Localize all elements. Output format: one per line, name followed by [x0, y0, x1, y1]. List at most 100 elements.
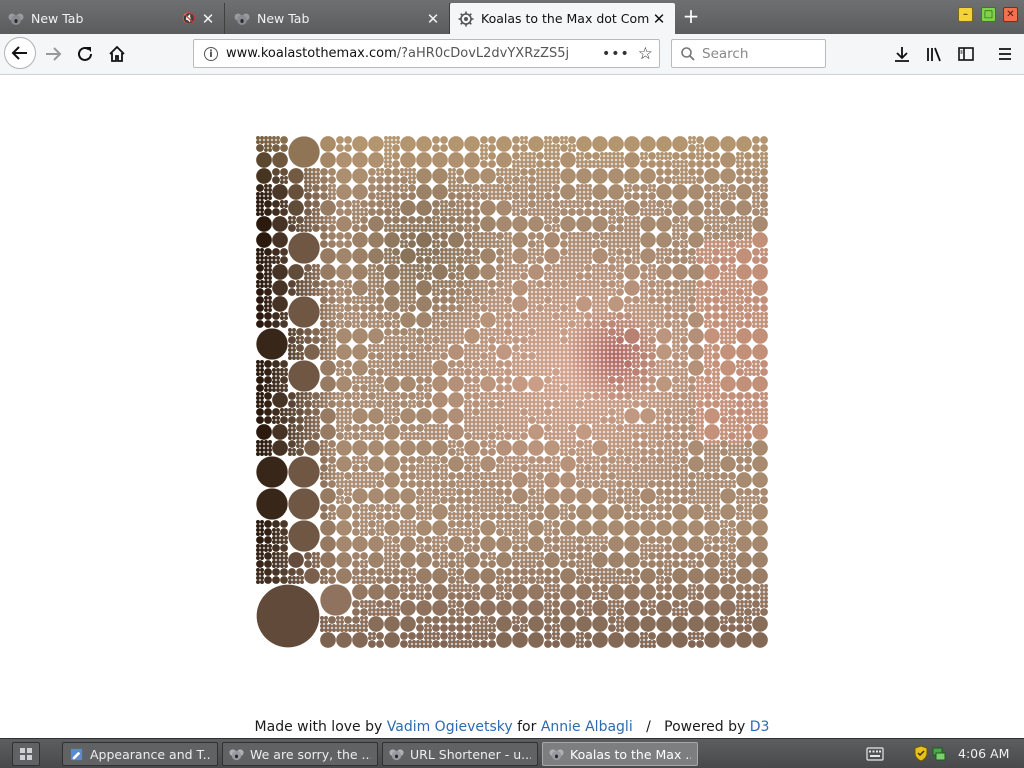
mosaic-dot[interactable]: [496, 472, 500, 476]
mosaic-dot[interactable]: [288, 428, 292, 432]
mosaic-dot[interactable]: [508, 404, 512, 408]
mosaic-dot[interactable]: [400, 400, 408, 408]
mosaic-dot[interactable]: [272, 248, 280, 256]
mosaic-dot[interactable]: [684, 296, 688, 300]
mosaic-dot[interactable]: [408, 644, 412, 648]
mosaic-dot[interactable]: [432, 284, 436, 288]
mosaic-dot[interactable]: [328, 400, 336, 408]
mosaic-dot[interactable]: [376, 368, 384, 376]
mosaic-dot[interactable]: [608, 224, 616, 232]
mosaic-dot[interactable]: [640, 324, 644, 328]
mosaic-dot[interactable]: [336, 420, 340, 424]
mosaic-dot[interactable]: [432, 288, 436, 292]
mosaic-dot[interactable]: [444, 468, 448, 472]
mosaic-dot[interactable]: [600, 372, 604, 376]
mosaic-dot[interactable]: [376, 472, 380, 476]
mosaic-dot[interactable]: [576, 292, 580, 296]
mosaic-dot[interactable]: [576, 192, 580, 196]
mosaic-dot[interactable]: [552, 320, 556, 324]
mosaic-dot[interactable]: [516, 392, 520, 396]
mosaic-dot[interactable]: [664, 208, 672, 216]
mosaic-dot[interactable]: [368, 552, 384, 568]
mosaic-dot[interactable]: [332, 316, 336, 320]
mosaic-dot[interactable]: [456, 600, 464, 608]
mosaic-dot[interactable]: [476, 484, 480, 488]
mosaic-dot[interactable]: [372, 480, 376, 484]
mosaic-dot[interactable]: [488, 472, 492, 476]
mosaic-dot[interactable]: [352, 212, 356, 216]
mosaic-dot[interactable]: [548, 344, 552, 348]
mosaic-dot[interactable]: [548, 172, 552, 176]
mosaic-dot[interactable]: [436, 460, 440, 464]
mosaic-dot[interactable]: [540, 352, 544, 356]
mosaic-dot[interactable]: [476, 500, 480, 504]
mosaic-dot[interactable]: [420, 252, 424, 256]
mosaic-dot[interactable]: [448, 288, 456, 296]
mosaic-dot[interactable]: [432, 136, 440, 144]
mosaic-dot[interactable]: [436, 540, 440, 544]
mosaic-dot[interactable]: [492, 476, 496, 480]
mosaic-dot[interactable]: [308, 168, 312, 172]
mosaic-dot[interactable]: [424, 508, 428, 512]
mosaic-dot[interactable]: [484, 288, 488, 292]
mosaic-dot[interactable]: [732, 328, 736, 332]
mosaic-dot[interactable]: [464, 256, 468, 260]
mosaic-dot[interactable]: [644, 288, 648, 292]
mosaic-dot[interactable]: [640, 320, 644, 324]
mosaic-dot[interactable]: [424, 644, 428, 648]
mosaic-dot[interactable]: [488, 360, 492, 364]
mosaic-dot[interactable]: [620, 360, 624, 364]
mosaic-dot[interactable]: [256, 396, 260, 400]
mosaic-dot[interactable]: [464, 348, 468, 352]
mosaic-dot[interactable]: [540, 196, 544, 200]
mosaic-dot[interactable]: [544, 264, 552, 272]
mosaic-dot[interactable]: [636, 356, 640, 360]
mosaic-dot[interactable]: [448, 496, 456, 504]
mosaic-dot[interactable]: [368, 608, 372, 612]
mosaic-dot[interactable]: [496, 248, 504, 256]
mosaic-dot[interactable]: [440, 624, 448, 632]
mosaic-dot[interactable]: [520, 312, 528, 320]
mosaic-dot[interactable]: [488, 492, 492, 496]
mosaic-dot[interactable]: [488, 424, 492, 428]
tab-3-active[interactable]: Koalas to the Max dot Com ✕: [450, 3, 675, 34]
mosaic-dot[interactable]: [556, 320, 560, 324]
mosaic-dot[interactable]: [336, 628, 340, 632]
mosaic-dot[interactable]: [608, 312, 612, 316]
mosaic-dot[interactable]: [528, 164, 532, 168]
mosaic-dot[interactable]: [408, 276, 412, 280]
mosaic-dot[interactable]: [708, 232, 712, 236]
mosaic-dot[interactable]: [308, 276, 312, 280]
mosaic-dot[interactable]: [520, 164, 524, 168]
mosaic-dot[interactable]: [508, 504, 512, 508]
mosaic-dot[interactable]: [508, 264, 512, 268]
mosaic-dot[interactable]: [728, 272, 732, 276]
mosaic-dot[interactable]: [548, 352, 552, 356]
mosaic-dot[interactable]: [616, 164, 620, 168]
forward-button[interactable]: [39, 40, 67, 68]
mosaic-dot[interactable]: [576, 296, 592, 312]
mosaic-dot[interactable]: [728, 268, 732, 272]
mosaic-dot[interactable]: [600, 280, 608, 288]
mosaic-dot[interactable]: [540, 240, 544, 244]
mosaic-dot[interactable]: [480, 364, 484, 368]
mosaic-dot[interactable]: [360, 504, 364, 508]
mosaic-dot[interactable]: [556, 360, 560, 364]
mosaic-dot[interactable]: [436, 536, 440, 540]
mosaic-dot[interactable]: [312, 328, 320, 336]
mosaic-dot[interactable]: [724, 272, 728, 276]
mosaic-dot[interactable]: [324, 448, 328, 452]
mosaic-dot[interactable]: [404, 360, 408, 364]
mosaic-dot[interactable]: [612, 388, 616, 392]
mosaic-dot[interactable]: [548, 140, 552, 144]
mosaic-dot[interactable]: [704, 344, 708, 348]
mosaic-dot[interactable]: [432, 256, 436, 260]
mosaic-dot[interactable]: [372, 264, 376, 268]
mosaic-dot[interactable]: [580, 292, 584, 296]
mosaic-dot[interactable]: [480, 420, 484, 424]
mosaic-dot[interactable]: [672, 180, 676, 184]
mosaic-dot[interactable]: [484, 332, 488, 336]
mosaic-dot[interactable]: [444, 212, 448, 216]
mosaic-dot[interactable]: [500, 432, 504, 436]
mosaic-dot[interactable]: [616, 328, 620, 332]
